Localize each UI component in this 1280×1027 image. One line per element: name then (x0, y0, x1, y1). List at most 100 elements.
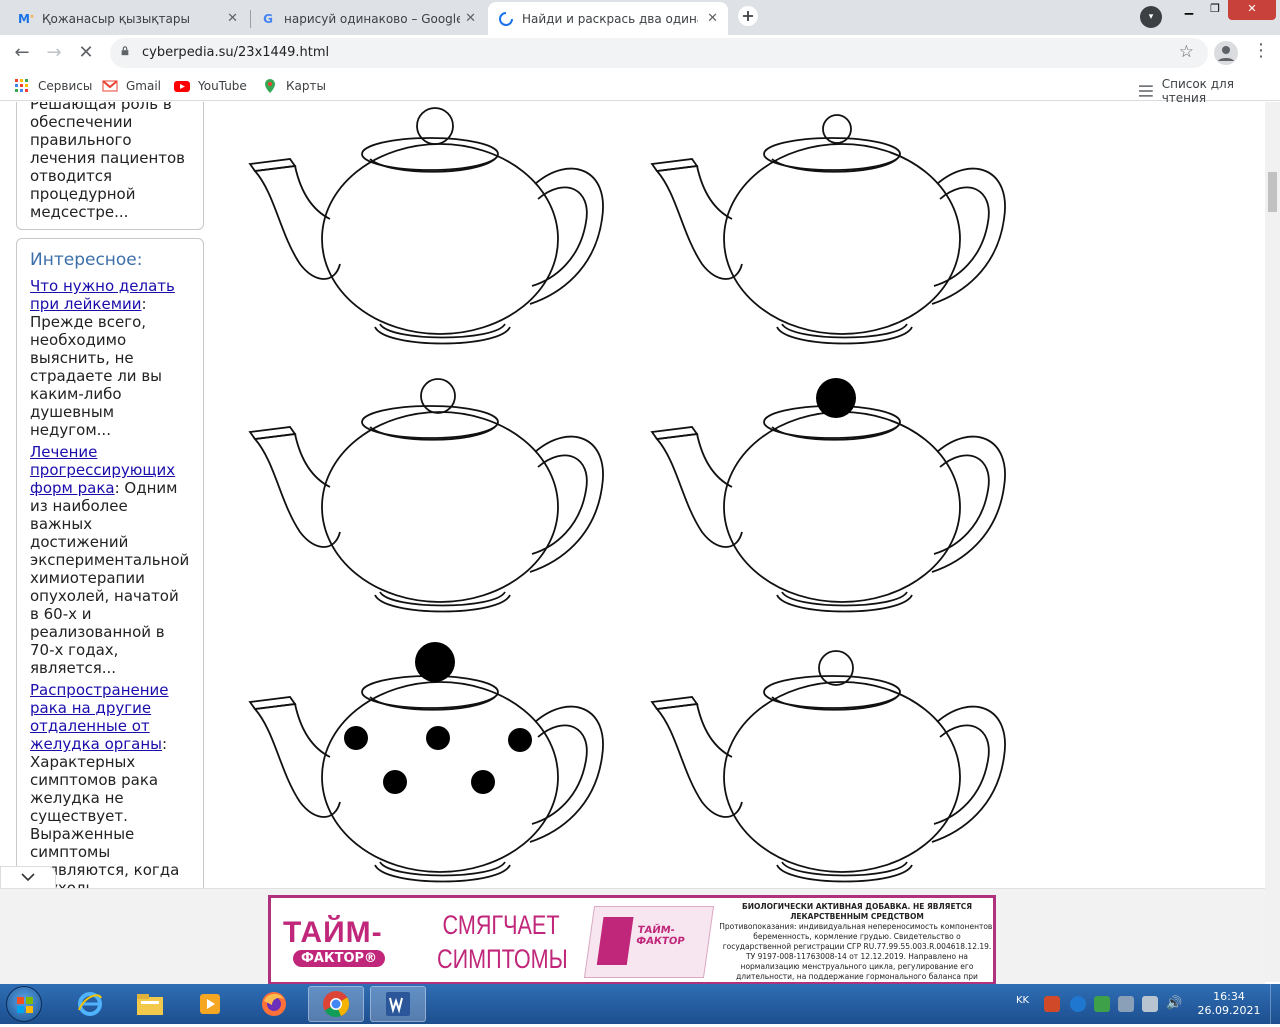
start-button[interactable] (6, 986, 42, 1022)
person-icon (1218, 46, 1234, 61)
tab-search-button[interactable]: ▾ (1140, 6, 1162, 28)
article-link[interactable]: Распространение рака на другие отдаленны… (30, 681, 169, 753)
interesting-heading: Интересное: (30, 250, 143, 270)
sidebar: Решающая роль в обеспечении правильного … (0, 102, 210, 888)
firefox-icon (262, 992, 286, 1016)
scrollbar-thumb[interactable] (1268, 172, 1277, 212)
apps-grid-icon (15, 79, 28, 92)
ad-banner[interactable]: ТАЙМ- ФАКТОР® СМЯГЧАЕТ СИМПТОМЫ ПМС ТАЙМ… (268, 895, 996, 985)
tray-app-icon[interactable] (1044, 996, 1060, 1012)
plus-icon (738, 6, 758, 26)
tab-2[interactable]: G нарисуй одинаково – Google Пои ✕ (250, 2, 486, 35)
tray-green-icon[interactable] (1094, 996, 1110, 1012)
bookmark-label: Gmail (126, 79, 162, 93)
explorer-taskbar-button[interactable] (122, 986, 178, 1022)
menu-icon[interactable]: ⋮ (1252, 40, 1270, 61)
close-icon[interactable]: ✕ (465, 11, 476, 26)
chrome-taskbar-button[interactable] (308, 986, 364, 1022)
tab-2-title: нарисуй одинаково – Google Пои (284, 11, 460, 26)
language-indicator[interactable]: KK (1016, 995, 1029, 1006)
tab-3-title: Найди и раскрась два одинаковых (522, 11, 698, 26)
teapot-worksheet-image (240, 102, 1030, 888)
page-scrollbar[interactable] (1265, 102, 1280, 982)
teapot-4 (651, 378, 1006, 613)
new-tab-button[interactable] (734, 5, 762, 29)
reading-list-button[interactable]: Список для чтения (1138, 77, 1280, 105)
forward-button[interactable]: → (42, 41, 66, 65)
account-avatar[interactable] (1214, 41, 1238, 65)
ad-brand-name: ТАЙМ- (283, 916, 383, 949)
bookmark-services[interactable]: Сервисы (14, 77, 92, 95)
gmail-icon (102, 80, 118, 92)
tab-1[interactable]: M ° Қожанасыр қызықтары ✕ (8, 2, 248, 35)
list-item: Распространение рака на другие отдаленны… (30, 681, 191, 888)
bookmark-label: Карты (286, 79, 326, 93)
bookmark-label: YouTube (198, 79, 247, 93)
bookmark-label: Сервисы (38, 79, 93, 93)
chevron-down-icon (21, 873, 35, 882)
ad-slogan-line1: СМЯГЧАЕТ (442, 910, 560, 940)
ad-slogan-line2: СИМПТОМЫ ПМС (437, 944, 568, 982)
minimize-button[interactable]: ▁ (1176, 0, 1202, 20)
bookmark-star-icon[interactable]: ☆ (1179, 42, 1194, 62)
product-box-image: ТАЙМ-ФАКТОР (583, 906, 715, 978)
chrome-icon (323, 991, 350, 1018)
sidebar-card-interesting: Интересное: Что нужно делать при лейкеми… (16, 238, 204, 888)
bookmark-gmail[interactable]: Gmail (102, 77, 161, 95)
maps-icon (265, 79, 275, 93)
clock-time: 16:34 (1213, 990, 1245, 1003)
ie-taskbar-button[interactable] (62, 986, 118, 1022)
show-desktop-button[interactable] (1270, 984, 1280, 1024)
ad-brand-logo: ТАЙМ- ФАКТОР® (283, 916, 413, 976)
tray-flag-icon[interactable] (1118, 996, 1134, 1012)
scroll-down-button[interactable] (0, 866, 56, 888)
list-item: Лечение прогрессирующих форм рака: Одним… (30, 443, 191, 677)
address-bar[interactable]: cyberpedia.su/23x1449.html ☆ (110, 38, 1208, 68)
ad-slogan: СМЯГЧАЕТ СИМПТОМЫ ПМС (437, 908, 568, 982)
ad-disclaimer-heading: БИОЛОГИЧЕСКИ АКТИВНАЯ ДОБАВКА. НЕ ЯВЛЯЕТ… (742, 902, 972, 921)
article-link[interactable]: Что нужно делать при лейкемии (30, 277, 175, 313)
back-button[interactable]: ← (10, 41, 34, 65)
mail-ru-icon: M ° (18, 11, 34, 26)
youtube-icon (174, 81, 190, 92)
list-item: Что нужно делать при лейкемии: Прежде вс… (30, 277, 191, 439)
loading-spinner-icon (498, 11, 514, 27)
bookmark-maps[interactable]: Карты (262, 77, 326, 95)
word-icon (386, 992, 410, 1016)
taskbar-clock[interactable]: 16:34 26.09.2021 (1196, 990, 1262, 1018)
teapot-6 (651, 650, 1006, 883)
maximize-button[interactable]: ❐ (1202, 0, 1228, 20)
stop-button[interactable]: ✕ (74, 41, 98, 65)
teapot-1 (249, 107, 604, 345)
tab-1-title: Қожанасыр қызықтары (42, 11, 190, 26)
close-icon[interactable]: ✕ (227, 11, 238, 26)
bookmark-youtube[interactable]: YouTube (174, 77, 247, 95)
ad-disclaimer: БИОЛОГИЧЕСКИ АКТИВНАЯ ДОБАВКА. НЕ ЯВЛЯЕТ… (719, 902, 993, 982)
card-text: Решающая роль в обеспечении правильного … (30, 102, 186, 221)
article-excerpt: : Характерных симптомов рака желудка не … (30, 735, 180, 888)
toolbar: ← → ✕ cyberpedia.su/23x1449.html ☆ ⋮ (0, 35, 1280, 71)
network-icon[interactable] (1142, 996, 1158, 1012)
close-window-button[interactable]: ✕ (1228, 0, 1276, 20)
teapot-2 (651, 114, 1006, 345)
lock-icon (121, 46, 129, 56)
teapots-illustration (249, 107, 1006, 883)
media-player-taskbar-button[interactable] (182, 986, 238, 1022)
clock-date: 26.09.2021 (1197, 1004, 1261, 1017)
article-excerpt: : Прежде всего, необходимо выяснить, не … (30, 295, 163, 439)
tray-bolt-icon[interactable] (1070, 996, 1086, 1012)
product-box-art (596, 917, 634, 965)
bookmarks-bar: Сервисы Gmail YouTube Карты Список для ч… (0, 71, 1280, 105)
ad-bar: ТАЙМ- ФАКТОР® СМЯГЧАЕТ СИМПТОМЫ ПМС ТАЙМ… (0, 888, 1265, 985)
windows-logo-icon (17, 997, 33, 1013)
teapot-5 (249, 642, 604, 883)
page-content: Решающая роль в обеспечении правильного … (0, 102, 1265, 888)
teapot-3 (249, 378, 604, 613)
tab-3-active[interactable]: Найди и раскрась два одинаковых ✕ (488, 2, 728, 35)
close-icon[interactable]: ✕ (707, 11, 718, 26)
word-taskbar-button[interactable] (370, 986, 426, 1022)
volume-icon[interactable]: 🔊 (1166, 996, 1182, 1012)
tab-strip: M ° Қожанасыр қызықтары ✕ G нарисуй одина… (0, 0, 1280, 35)
sidebar-card-top: Решающая роль в обеспечении правильного … (16, 102, 204, 230)
firefox-taskbar-button[interactable] (246, 986, 302, 1022)
